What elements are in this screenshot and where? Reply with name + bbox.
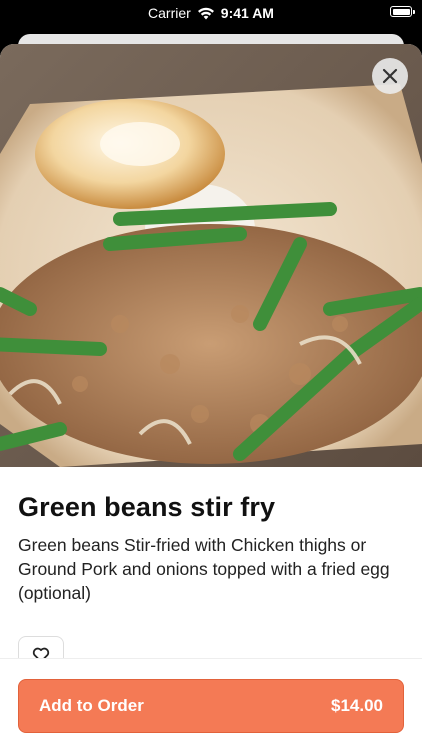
item-details: Green beans stir fry Green beans Stir-fr…	[18, 492, 404, 605]
item-description: Green beans Stir-fried with Chicken thig…	[18, 535, 390, 603]
item-detail-sheet: Green beans stir fry Green beans Stir-fr…	[0, 44, 422, 750]
carrier-label: Carrier	[148, 5, 191, 21]
add-to-order-button[interactable]: Add to Order $14.00	[18, 679, 404, 733]
status-center: Carrier 9:41 AM	[148, 5, 274, 21]
wifi-icon	[197, 7, 214, 20]
close-button[interactable]	[372, 58, 408, 94]
close-icon	[382, 68, 398, 84]
order-price: $14.00	[331, 696, 383, 715]
clock: 9:41 AM	[220, 5, 274, 21]
food-photo	[0, 44, 422, 467]
order-footer: Add to Order $14.00	[0, 658, 422, 750]
add-to-order-label: Add to Order	[39, 696, 144, 715]
item-title: Green beans stir fry	[18, 492, 276, 522]
battery-icon	[390, 6, 415, 17]
status-bar: Carrier 9:41 AM	[0, 0, 422, 26]
